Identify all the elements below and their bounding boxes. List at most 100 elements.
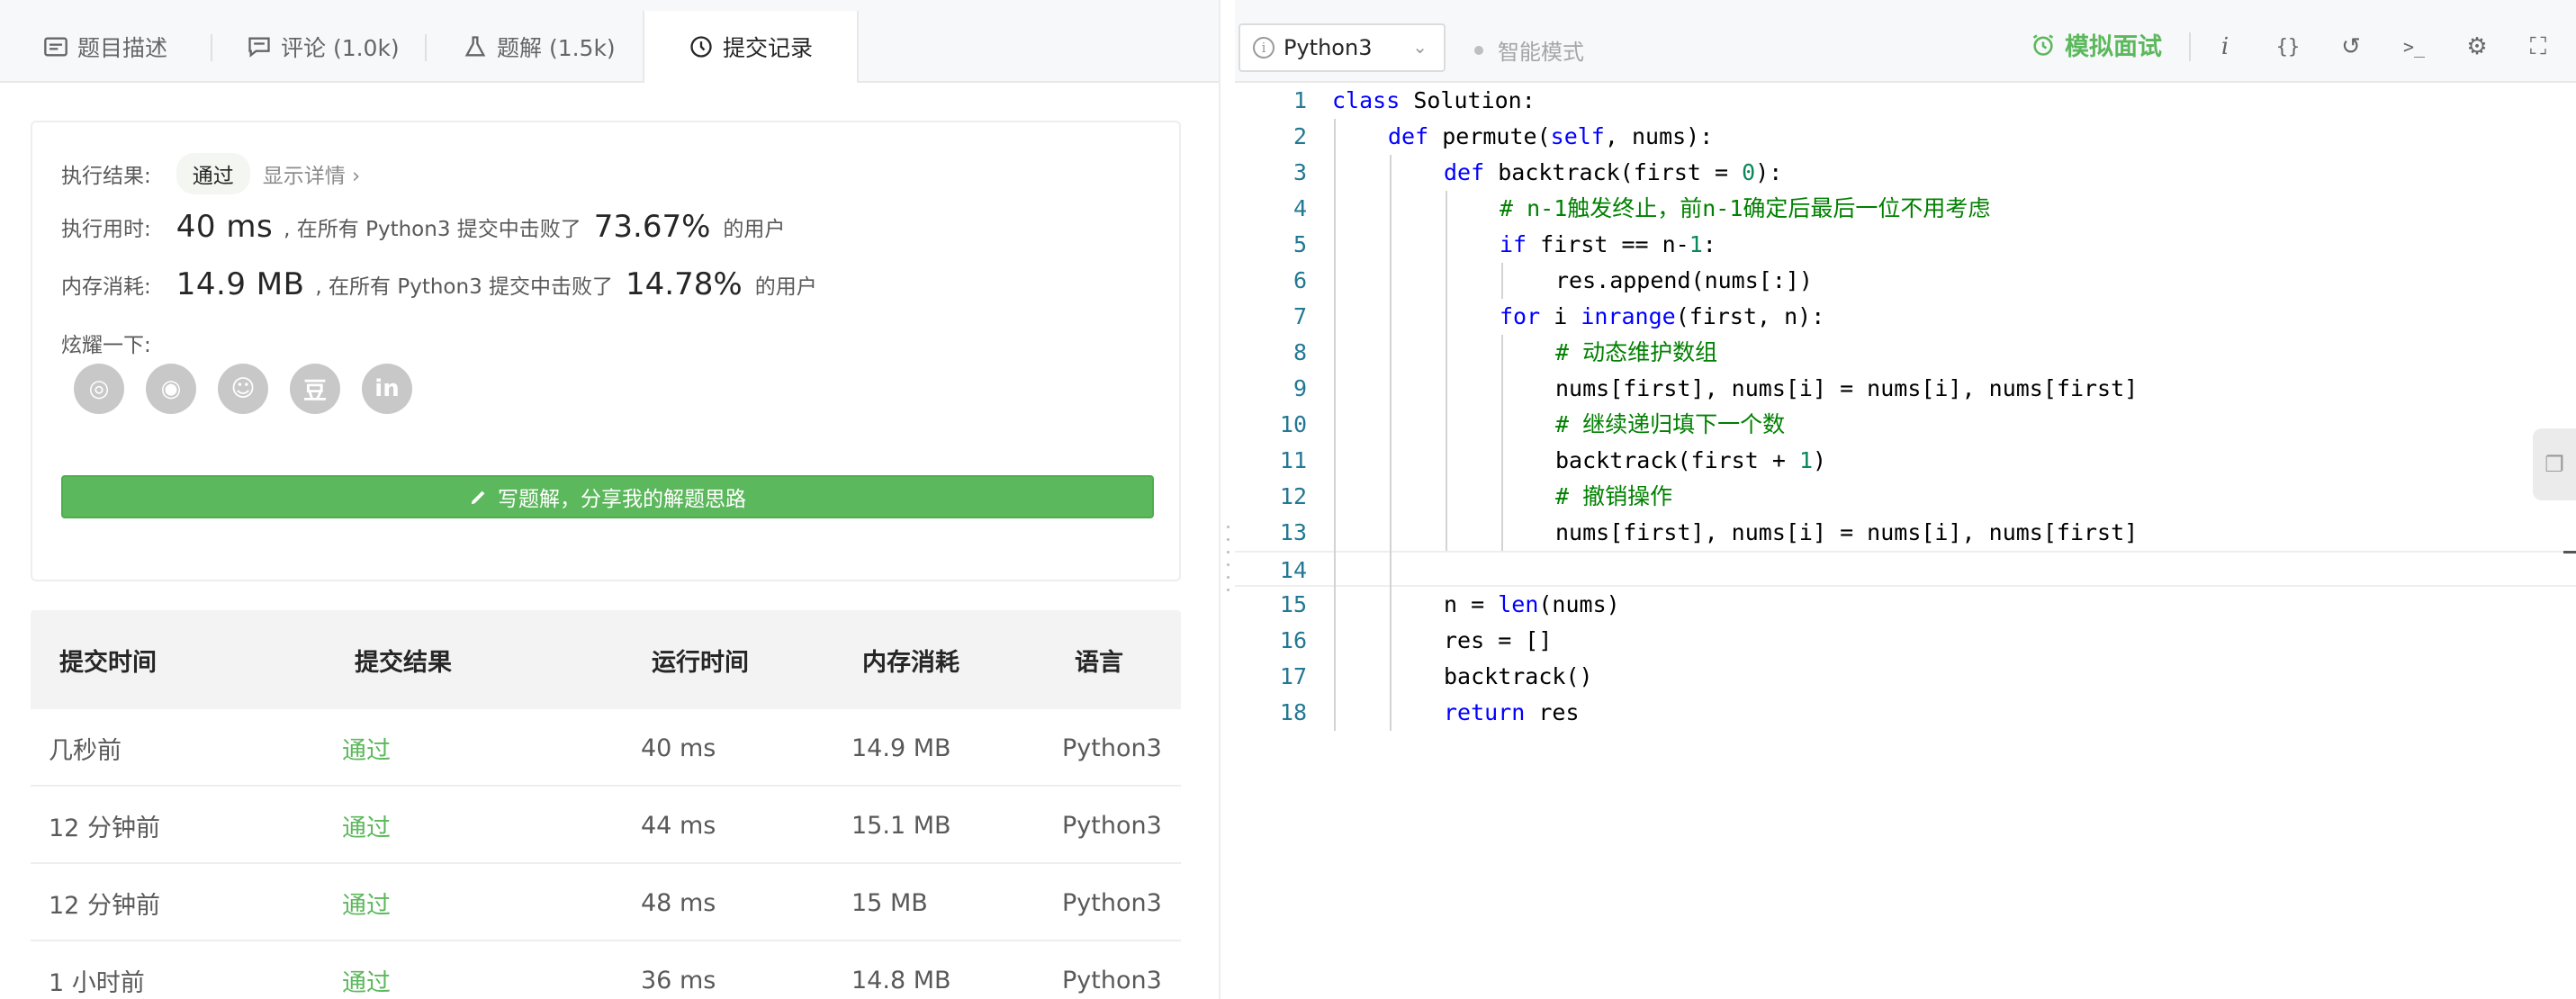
- wechat-icon[interactable]: ◎: [74, 364, 124, 414]
- editor-panel: i Python3 ⌄ 智能模式 模拟面试 i {} ↺ >_ ⚙ ⛶ 1 cla…: [1235, 0, 2576, 999]
- code-line[interactable]: 1 class Solution:: [1235, 83, 2576, 119]
- share-row: 炫耀一下:: [61, 328, 151, 358]
- editor-toolbar: i Python3 ⌄ 智能模式 模拟面试 i {} ↺ >_ ⚙ ⛶: [1235, 0, 2576, 83]
- memory-row: 内存消耗: 14.9 MB , 在所有 Python3 提交中击败了 14.78…: [61, 266, 817, 302]
- line-number: 10: [1279, 411, 1307, 437]
- code-text: res.append(nums[:]): [1555, 267, 1813, 293]
- table-row[interactable]: 12 分钟前 通过 48 ms 15 MB Python3: [31, 864, 1181, 941]
- cell-runtime: 40 ms: [641, 734, 716, 762]
- code-editor[interactable]: 1 class Solution: 2 def permute(self, nums)…: [1235, 83, 2576, 999]
- cell-memory: 15 MB: [851, 888, 928, 917]
- copy-icon: ❐: [2544, 452, 2564, 477]
- language-select[interactable]: i Python3 ⌄: [1238, 23, 1446, 72]
- code-line[interactable]: 18 return res: [1235, 695, 2576, 731]
- result-card: 执行结果: 通过 显示详情 › 执行用时: 40 ms , 在所有 Python…: [31, 121, 1181, 581]
- memory-percent: 14.78%: [626, 266, 743, 302]
- alarm-clock-icon: [2032, 33, 2054, 56]
- mock-interview-label: 模拟面试: [2065, 33, 2162, 61]
- douban-icon[interactable]: 豆: [290, 364, 340, 414]
- code-line[interactable]: 8 # 动态维护数组: [1235, 335, 2576, 371]
- cell-time: 1 小时前: [49, 968, 145, 997]
- line-number: 13: [1279, 519, 1307, 545]
- info-button[interactable]: i: [2207, 29, 2243, 65]
- smart-mode-toggle[interactable]: 智能模式: [1474, 34, 1584, 66]
- description-icon: [44, 37, 68, 57]
- code-line[interactable]: 6 res.append(nums[:]): [1235, 263, 2576, 299]
- tab-comments[interactable]: 评论 (1.0k): [247, 11, 400, 83]
- header-submit-time: 提交时间: [59, 648, 157, 677]
- fullscreen-button[interactable]: ⛶: [2520, 29, 2556, 65]
- table-row[interactable]: 12 分钟前 通过 44 ms 15.1 MB Python3: [31, 787, 1181, 864]
- code-text: for i inrange(first, n):: [1500, 303, 1825, 329]
- line-number: 15: [1279, 591, 1307, 617]
- tab-comments-label: 评论 (1.0k): [281, 35, 400, 61]
- code-text: res = []: [1444, 627, 1553, 653]
- cell-memory: 14.9 MB: [851, 734, 951, 762]
- cell-runtime: 48 ms: [641, 888, 716, 917]
- memory-beat-text: , 在所有 Python3 提交中击败了: [315, 275, 614, 299]
- left-panel: 题目描述 评论 (1.0k) 题解 (1.5k) 提交记录 执行结果: 通过 显…: [0, 0, 1219, 999]
- tab-solutions[interactable]: 题解 (1.5k): [463, 11, 616, 83]
- tab-submissions[interactable]: 提交记录: [643, 11, 859, 83]
- code-line[interactable]: 16 res = []: [1235, 623, 2576, 659]
- memory-label: 内存消耗:: [61, 275, 151, 299]
- code-text: def permute(self, nums):: [1388, 123, 1714, 149]
- runtime-beat-text: , 在所有 Python3 提交中击败了: [284, 218, 581, 241]
- indent-guide: [1390, 155, 1392, 731]
- linkedin-icon[interactable]: in: [362, 364, 412, 414]
- table-row[interactable]: 几秒前 通过 40 ms 14.9 MB Python3: [31, 709, 1181, 787]
- chevron-down-icon: ⌄: [1412, 36, 1428, 58]
- cell-result[interactable]: 通过: [342, 787, 391, 864]
- code-line[interactable]: 7 for i inrange(first, n):: [1235, 299, 2576, 335]
- smart-mode-label: 智能模式: [1498, 40, 1584, 65]
- status-row: 执行结果: 通过 显示详情 ›: [61, 153, 360, 194]
- cell-result[interactable]: 通过: [342, 709, 391, 787]
- panel-splitter-handle[interactable]: [1219, 0, 1235, 999]
- cell-result[interactable]: 通过: [342, 864, 391, 941]
- line-number: 17: [1279, 663, 1307, 689]
- code-line[interactable]: 12 # 撤销操作: [1235, 479, 2576, 515]
- header-runtime: 运行时间: [652, 648, 749, 677]
- table-row[interactable]: 1 小时前 通过 36 ms 14.8 MB Python3: [31, 941, 1181, 999]
- code-line[interactable]: 9 nums[first], nums[i] = nums[i], nums[fi…: [1235, 371, 2576, 407]
- code-line[interactable]: 3 def backtrack(first = 0):: [1235, 155, 2576, 191]
- format-button[interactable]: {}: [2270, 29, 2306, 65]
- cell-result[interactable]: 通过: [342, 941, 391, 999]
- write-solution-button[interactable]: 写题解，分享我的解题思路: [61, 475, 1154, 518]
- show-details-link[interactable]: 显示详情 ›: [263, 158, 361, 189]
- line-number: 11: [1279, 447, 1307, 473]
- line-number: 16: [1279, 627, 1307, 653]
- code-line[interactable]: 5 if first == n-1:: [1235, 227, 2576, 263]
- cell-time: 几秒前: [49, 736, 122, 765]
- submissions-table: 提交时间 提交结果 运行时间 内存消耗 语言 几秒前 通过 40 ms 14.9…: [31, 610, 1181, 999]
- code-line[interactable]: 10 # 继续递归填下一个数: [1235, 407, 2576, 443]
- code-line[interactable]: 15 n = len(nums): [1235, 587, 2576, 623]
- code-text: class Solution:: [1332, 87, 1536, 113]
- info-circle-icon: i: [1253, 37, 1274, 58]
- weibo-icon[interactable]: ◉: [146, 364, 196, 414]
- cell-language: Python3: [1062, 966, 1162, 994]
- code-line[interactable]: 11 backtrack(first + 1): [1235, 443, 2576, 479]
- mock-interview-button[interactable]: 模拟面试: [2031, 27, 2162, 62]
- qq-icon[interactable]: ☺: [218, 364, 268, 414]
- side-drawer-tab[interactable]: ❐: [2533, 428, 2576, 500]
- status-badge: 通过: [176, 153, 250, 194]
- code-line[interactable]: 14: [1235, 551, 2576, 587]
- cell-memory: 14.8 MB: [851, 966, 951, 994]
- table-header: 提交时间 提交结果 运行时间 内存消耗 语言: [31, 610, 1181, 709]
- reset-button[interactable]: ↺: [2333, 29, 2369, 65]
- code-line[interactable]: 4 # n-1触发终止，前n-1确定后最后一位不用考虑: [1235, 191, 2576, 227]
- console-button[interactable]: >_: [2396, 29, 2432, 65]
- code-line[interactable]: 2 def permute(self, nums):: [1235, 119, 2576, 155]
- settings-button[interactable]: ⚙: [2459, 29, 2495, 65]
- header-language: 语言: [1075, 648, 1123, 677]
- tab-bar: 题目描述 评论 (1.0k) 题解 (1.5k) 提交记录: [0, 0, 1219, 83]
- runtime-percent: 73.67%: [593, 209, 711, 245]
- share-label: 炫耀一下:: [61, 334, 151, 357]
- code-line[interactable]: 17 backtrack(): [1235, 659, 2576, 695]
- cell-memory: 15.1 MB: [851, 811, 951, 840]
- code-line[interactable]: 13 nums[first], nums[i] = nums[i], nums[f…: [1235, 515, 2576, 551]
- line-number: 5: [1293, 231, 1307, 257]
- indent-guide: [1501, 263, 1503, 299]
- tab-description[interactable]: 题目描述: [43, 11, 167, 83]
